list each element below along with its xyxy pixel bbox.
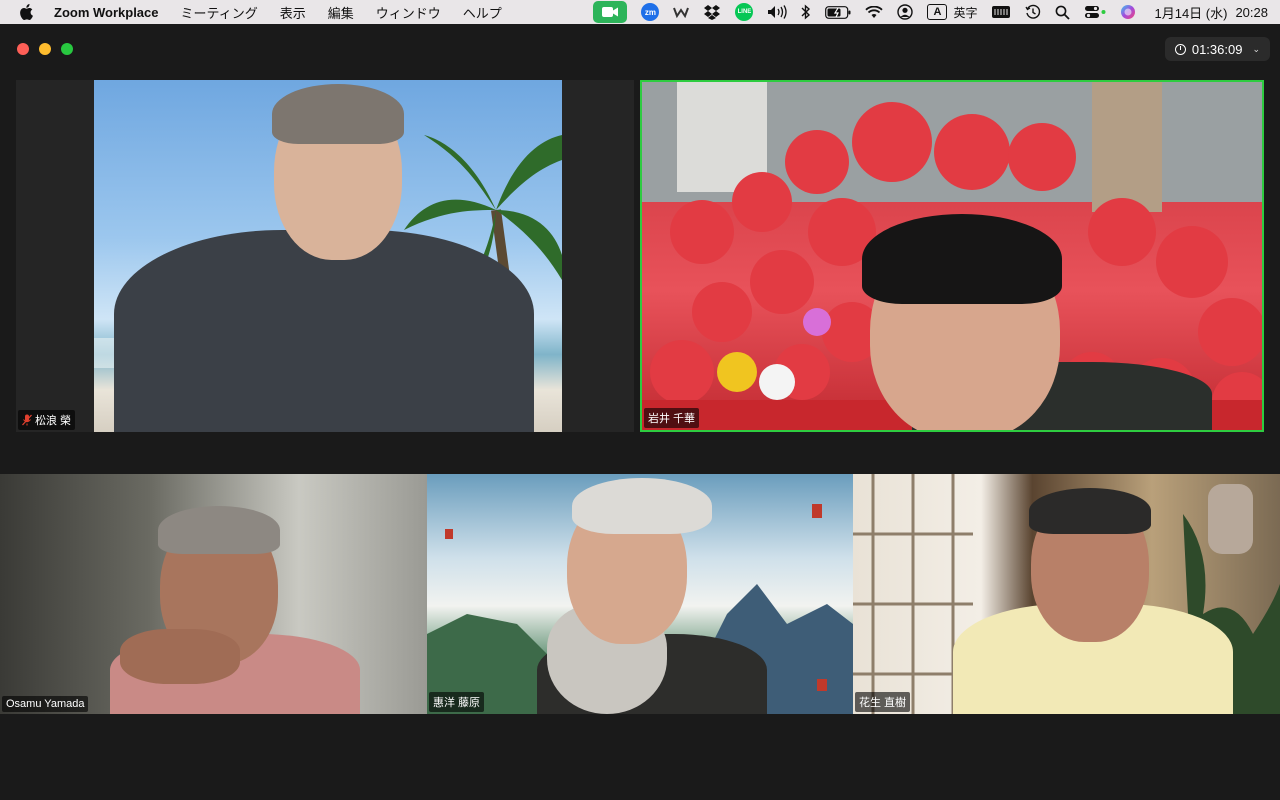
participant-hair [272,84,404,144]
participant-name: 花生 直樹 [859,697,907,709]
menu-bar: Zoom Workplace ミーティング 表示 編集 ウィンドウ ヘルプ zm… [0,0,1280,24]
participant-video-tile[interactable]: 松浪 榮 [16,80,634,432]
menu-meeting[interactable]: ミーティング [181,3,258,22]
menu-view[interactable]: 表示 [280,3,306,22]
time-machine-icon[interactable] [1025,0,1041,24]
meeting-timer[interactable]: 01:36:09 ⌄ [1164,37,1270,61]
bluetooth-icon[interactable] [801,0,811,24]
status-area: zm LINE A 英字 1月14日 (水) 20:28 [593,0,1268,24]
participant-hair [572,478,712,534]
participant-name-tag: 惠洋 藤原 [429,692,485,712]
participant-name-tag: Osamu Yamada [2,696,89,712]
siri-icon[interactable] [1120,0,1136,24]
wise-icon[interactable] [673,0,690,24]
wifi-icon[interactable] [865,0,884,24]
battery-icon[interactable] [825,0,851,24]
participant-name-tag: 松浪 榮 [18,410,76,430]
clock-icon [1174,43,1186,55]
window-fullscreen-button[interactable] [61,43,73,55]
app-menu-zoom[interactable]: Zoom Workplace [54,5,159,20]
chevron-down-icon: ⌄ [1252,43,1260,54]
menu-bar-date[interactable]: 1月14日 (水) [1154,0,1227,24]
participant-name: 惠洋 藤原 [433,697,481,709]
meeting-elapsed-time: 01:36:09 [1191,41,1243,57]
active-speaker-video-tile[interactable]: 岩井 千華 [640,80,1264,432]
muted-microphone-icon [22,414,32,426]
participant-hand [120,629,240,684]
menu-bar-clock[interactable]: 20:28 [1235,0,1268,24]
participant-name: Osamu Yamada [6,698,85,710]
window-close-button[interactable] [17,43,29,55]
zoom-mail-icon[interactable]: zm [641,3,660,21]
participant-hair [1029,488,1151,534]
window-minimize-button[interactable] [39,43,51,55]
participant-video-tile[interactable]: 花生 直樹 [853,474,1280,714]
participant-name: 松浪 榮 [35,415,72,427]
zoom-meeting-window: 01:36:09 ⌄ 松浪 榮 岩井 千華 Osamu Yamada 惠洋 藤原… [0,24,1280,800]
participant-video-tile[interactable]: Osamu Yamada [0,474,427,714]
input-source-icon[interactable]: A [927,4,948,20]
participant-body [114,230,534,432]
dropbox-icon[interactable] [703,0,721,24]
menu-edit[interactable]: 編集 [328,3,354,22]
menu-window[interactable]: ウィンドウ [376,3,441,22]
user-account-icon[interactable] [897,0,914,24]
keyboard-viewer-icon[interactable] [991,0,1011,24]
virtual-background-beach [94,80,562,432]
control-center-icon[interactable] [1084,0,1106,24]
volume-icon[interactable] [767,0,788,24]
participant-name-tag: 花生 直樹 [855,692,911,712]
zoom-camera-status-icon[interactable] [593,1,628,23]
participant-name-tag: 岩井 千華 [644,408,700,428]
apple-logo-icon[interactable] [18,4,34,20]
participant-hair [862,214,1062,304]
participant-name: 岩井 千華 [648,413,696,425]
menu-help[interactable]: ヘルプ [463,3,502,22]
line-app-icon[interactable]: LINE [735,3,754,21]
participant-video-tile[interactable]: 惠洋 藤原 [427,474,853,714]
spotlight-search-icon[interactable] [1055,0,1071,24]
input-source-label[interactable]: 英字 [953,0,977,24]
participant-hair [158,506,280,554]
